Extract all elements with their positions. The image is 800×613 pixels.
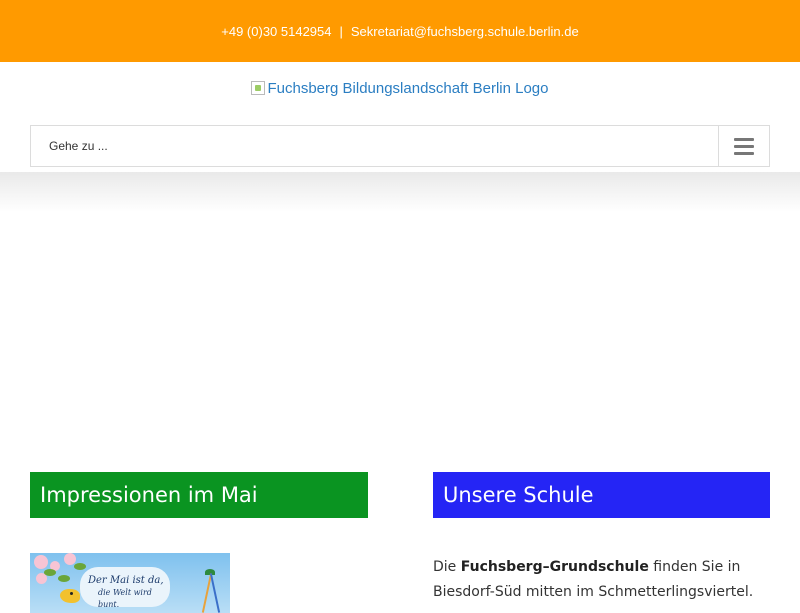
site-logo-link[interactable]: Fuchsberg Bildungslandschaft Berlin Logo [0,80,800,97]
broken-image-icon [251,81,266,95]
contact-separator: | [339,23,343,39]
thumbnail-caption: Der Mai ist da, die Welt wird bunt. [88,575,164,609]
school-intro-text: Die Fuchsberg–Grundschule finden Sie in … [433,559,754,600]
section-title-impressions: Impressionen im Mai [30,472,368,518]
menu-toggle-button[interactable] [718,126,769,166]
header-shadow [0,172,800,212]
phone-link[interactable]: +49 (0)30 5142954 [221,24,331,39]
top-contact-bar: +49 (0)30 5142954 | Sekretariat@fuchsber… [0,0,800,62]
logo-alt-text: Fuchsberg Bildungslandschaft Berlin Logo [267,80,549,97]
section-title-school: Unsere Schule [433,472,770,518]
hamburger-icon [734,137,754,155]
school-name: Fuchsberg–Grundschule [460,559,649,575]
may-impressions-image[interactable]: Der Mai ist da, die Welt wird bunt. [30,553,230,613]
mobile-nav-select[interactable]: Gehe zu ... [30,125,770,167]
email-link[interactable]: Sekretariat@fuchsberg.schule.berlin.de [351,24,579,39]
nav-select-label: Gehe zu ... [49,139,108,153]
